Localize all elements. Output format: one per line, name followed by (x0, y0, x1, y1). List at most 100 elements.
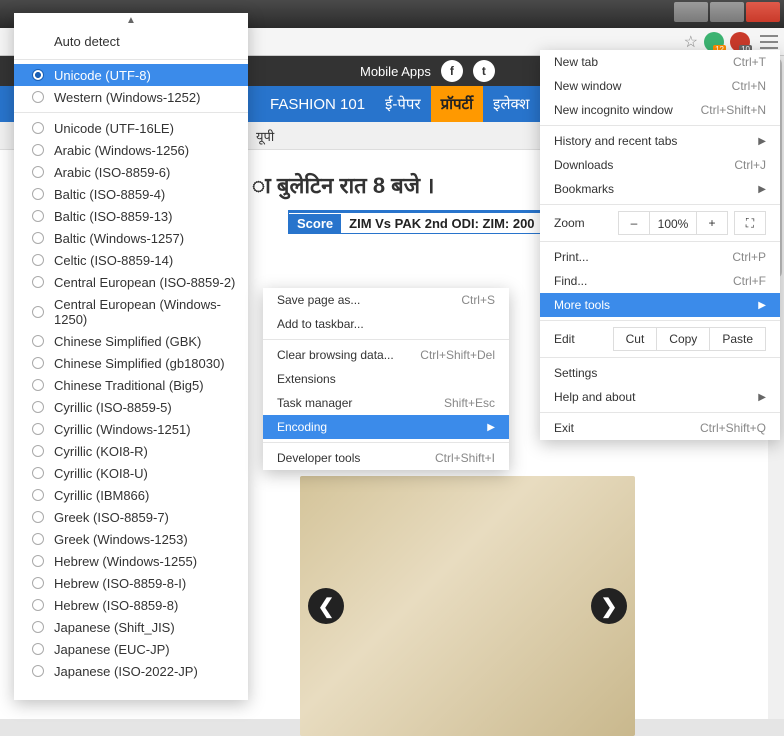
submenu-encoding[interactable]: Encoding▶ (263, 415, 509, 439)
menu-find[interactable]: Find...Ctrl+F (540, 269, 780, 293)
encoding-option-label: Cyrillic (KOI8-U) (54, 466, 148, 481)
encoding-option[interactable]: Greek (ISO-8859-7) (14, 506, 248, 528)
encoding-option[interactable]: Chinese Traditional (Big5) (14, 374, 248, 396)
more-tools-submenu: Save page as...Ctrl+S Add to taskbar... … (263, 288, 509, 470)
menu-help[interactable]: Help and about▶ (540, 385, 780, 409)
encoding-option[interactable]: Arabic (Windows-1256) (14, 139, 248, 161)
radio-icon (32, 665, 44, 677)
encoding-option[interactable]: Hebrew (ISO-8859-8-I) (14, 572, 248, 594)
encoding-option[interactable]: Japanese (EUC-JP) (14, 638, 248, 660)
zoom-in-button[interactable]: + (696, 211, 728, 235)
encoding-option[interactable]: Cyrillic (KOI8-U) (14, 462, 248, 484)
radio-icon (32, 335, 44, 347)
encoding-option[interactable]: Central European (ISO-8859-2) (14, 271, 248, 293)
edit-cut-button[interactable]: Cut (613, 327, 658, 351)
cat-fashion[interactable]: FASHION 101 (260, 86, 375, 122)
encoding-option-label: Japanese (Shift_JIS) (54, 620, 175, 635)
encoding-option-label: Baltic (ISO-8859-4) (54, 187, 165, 202)
menu-more-tools[interactable]: More tools▶ (540, 293, 780, 317)
radio-icon (32, 599, 44, 611)
radio-icon (32, 144, 44, 156)
sub-up[interactable]: यूपी (256, 127, 274, 145)
menu-new-tab[interactable]: New tabCtrl+T (540, 50, 780, 74)
encoding-option[interactable]: Hebrew (Windows-1255) (14, 550, 248, 572)
encoding-option-label: Chinese Traditional (Big5) (54, 378, 204, 393)
radio-icon (32, 621, 44, 633)
encoding-option[interactable]: Japanese (ISO-2022-JP) (14, 660, 248, 682)
carousel-prev-icon[interactable]: ❮ (308, 588, 344, 624)
submenu-add-taskbar[interactable]: Add to taskbar... (263, 312, 509, 336)
fullscreen-button[interactable]: ⛶ (734, 211, 766, 235)
carousel-next-icon[interactable]: ❯ (591, 588, 627, 624)
submenu-task-manager[interactable]: Task managerShift+Esc (263, 391, 509, 415)
menu-downloads[interactable]: DownloadsCtrl+J (540, 153, 780, 177)
encoding-option[interactable]: Celtic (ISO-8859-14) (14, 249, 248, 271)
submenu-clear-data[interactable]: Clear browsing data...Ctrl+Shift+Del (263, 343, 509, 367)
submenu-save-as[interactable]: Save page as...Ctrl+S (263, 288, 509, 312)
facebook-icon[interactable]: f (441, 60, 463, 82)
cat-election[interactable]: इलेक्श (483, 86, 539, 122)
encoding-option[interactable]: Cyrillic (KOI8-R) (14, 440, 248, 462)
bookmark-star-icon[interactable]: ☆ (684, 32, 698, 52)
menu-scroll-up-icon[interactable]: ▲ (14, 13, 248, 28)
encoding-option[interactable]: Greek (Windows-1253) (14, 528, 248, 550)
radio-icon (32, 379, 44, 391)
cat-epaper[interactable]: ई-पेपर (375, 86, 431, 122)
encoding-option-label: Unicode (UTF-16LE) (54, 121, 174, 136)
radio-icon (32, 643, 44, 655)
menu-settings[interactable]: Settings (540, 361, 780, 385)
zoom-out-button[interactable]: – (618, 211, 650, 235)
menu-print[interactable]: Print...Ctrl+P (540, 245, 780, 269)
window-maximize-button[interactable] (710, 2, 744, 22)
encoding-option[interactable]: Cyrillic (IBM866) (14, 484, 248, 506)
encoding-option[interactable]: Baltic (ISO-8859-13) (14, 205, 248, 227)
encoding-option[interactable]: Chinese Simplified (gb18030) (14, 352, 248, 374)
radio-icon (32, 122, 44, 134)
window-close-button[interactable] (746, 2, 780, 22)
window-minimize-button[interactable] (674, 2, 708, 22)
score-text[interactable]: ZIM Vs PAK 2nd ODI: ZIM: 200 (341, 216, 542, 231)
encoding-option[interactable]: Chinese Simplified (GBK) (14, 330, 248, 352)
encoding-option[interactable]: Baltic (Windows-1257) (14, 227, 248, 249)
twitter-icon[interactable]: t (473, 60, 495, 82)
encoding-auto-detect[interactable]: Auto detect (14, 28, 248, 55)
menu-history[interactable]: History and recent tabs▶ (540, 129, 780, 153)
encoding-option-label: Greek (Windows-1253) (54, 532, 188, 547)
radio-icon (32, 254, 44, 266)
radio-icon (32, 91, 44, 103)
encoding-option-label: Baltic (Windows-1257) (54, 231, 184, 246)
submenu-extensions[interactable]: Extensions (263, 367, 509, 391)
edit-paste-button[interactable]: Paste (709, 327, 766, 351)
chrome-menu-button[interactable] (760, 35, 778, 49)
cat-property[interactable]: प्रॉपर्टी (431, 86, 483, 122)
edit-copy-button[interactable]: Copy (656, 327, 710, 351)
encoding-option-label: Chinese Simplified (GBK) (54, 334, 201, 349)
encoding-option[interactable]: Arabic (ISO-8859-6) (14, 161, 248, 183)
menu-bookmarks[interactable]: Bookmarks▶ (540, 177, 780, 201)
encoding-option-label: Arabic (Windows-1256) (54, 143, 189, 158)
menu-edit-row: Edit Cut Copy Paste (540, 324, 780, 354)
menu-exit[interactable]: ExitCtrl+Shift+Q (540, 416, 780, 440)
extension-icon-2[interactable] (730, 32, 750, 52)
radio-icon (32, 577, 44, 589)
radio-icon (32, 489, 44, 501)
encoding-submenu: ▲ Auto detect Unicode (UTF-8)Western (Wi… (14, 13, 248, 700)
mobile-apps-link[interactable]: Mobile Apps (360, 64, 431, 79)
submenu-devtools[interactable]: Developer toolsCtrl+Shift+I (263, 446, 509, 470)
encoding-option[interactable]: Central European (Windows-1250) (14, 293, 248, 330)
encoding-option[interactable]: Cyrillic (ISO-8859-5) (14, 396, 248, 418)
encoding-option[interactable]: Baltic (ISO-8859-4) (14, 183, 248, 205)
encoding-option[interactable]: Unicode (UTF-16LE) (14, 117, 248, 139)
encoding-option[interactable]: Japanese (Shift_JIS) (14, 616, 248, 638)
extension-icon-1[interactable] (704, 32, 724, 52)
article-image: ❮ ❯ (300, 476, 635, 736)
menu-incognito[interactable]: New incognito windowCtrl+Shift+N (540, 98, 780, 122)
chrome-main-menu: New tabCtrl+T New windowCtrl+N New incog… (540, 50, 780, 440)
menu-new-window[interactable]: New windowCtrl+N (540, 74, 780, 98)
encoding-option[interactable]: Unicode (UTF-8) (14, 64, 248, 86)
radio-icon (32, 401, 44, 413)
score-label: Score (289, 214, 341, 233)
encoding-option[interactable]: Hebrew (ISO-8859-8) (14, 594, 248, 616)
encoding-option[interactable]: Cyrillic (Windows-1251) (14, 418, 248, 440)
encoding-option[interactable]: Western (Windows-1252) (14, 86, 248, 108)
